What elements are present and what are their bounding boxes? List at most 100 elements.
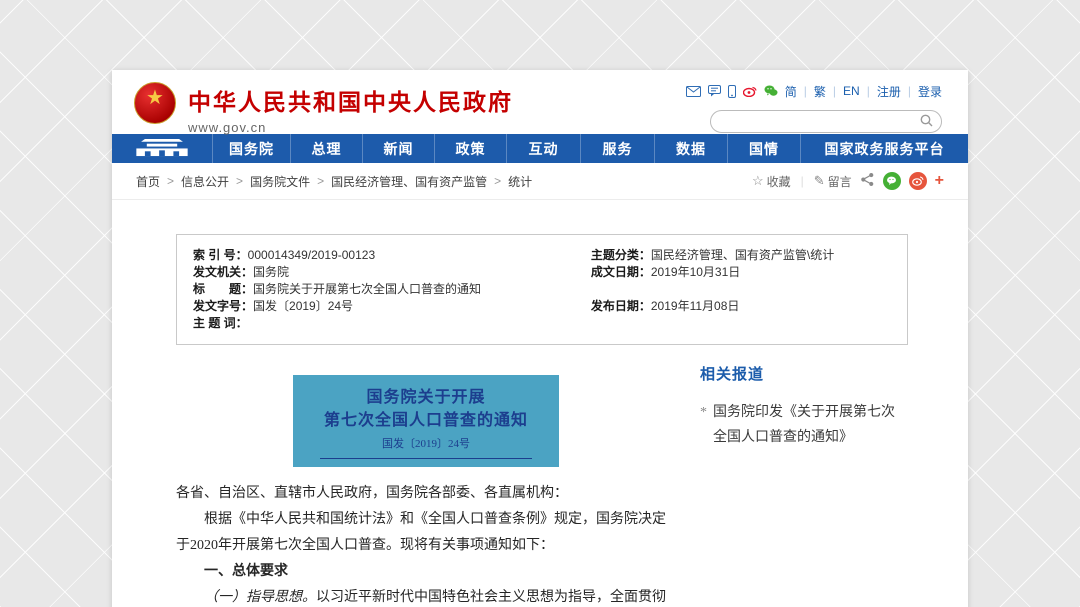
page-container: ★ 中华人民共和国中央人民政府 www.gov.cn [112,70,968,607]
share-weibo-button[interactable] [909,172,927,190]
breadcrumb-item-statistics[interactable]: 统计 [508,173,532,190]
mail-icon[interactable] [686,86,701,97]
pencil-icon: ✎ [814,173,825,189]
header-separator: | [908,84,911,98]
login-link[interactable]: 登录 [918,83,942,100]
nav-item-news[interactable]: 新闻 [362,134,434,163]
doc-info-row-doc-number: 发文字号： 国发〔2019〕24号 [193,298,591,315]
breadcrumb-actions: ☆ 收藏 | ✎ 留言 + [752,172,944,190]
favorite-button[interactable]: ☆ 收藏 [752,173,791,190]
doc-number-label: 发文字号： [193,298,253,315]
breadcrumb-separator: > [167,174,174,188]
breadcrumb-item-info-disclosure[interactable]: 信息公开 [181,173,229,190]
lang-simplified-link[interactable]: 简 [785,83,797,100]
star-icon: ☆ [752,173,764,189]
lang-traditional-link[interactable]: 繁 [814,83,826,100]
header-quick-links: 简 | 繁 | EN | 注册 | 登录 [686,82,942,100]
paragraph-salutation: 各省、自治区、直辖市人民政府，国务院各部委、各直属机构： [176,481,676,507]
paragraph-intro: 根据《中华人民共和国统计法》和《全国人口普查条例》规定，国务院决定于2020年开… [176,507,676,559]
tiananmen-icon [131,138,193,160]
search-button[interactable] [920,114,933,130]
document-title-line1: 国务院关于开展 [303,386,549,409]
search-bar [710,110,942,133]
document-title-line2: 第七次全国人口普查的通知 [303,409,549,432]
nav-home-tiananmen[interactable] [112,134,212,163]
actions-divider: | [801,174,804,188]
written-date-value: 2019年10月31日 [651,264,740,281]
lang-english-link[interactable]: EN [843,84,860,98]
doc-info-row-publish-date: 发布日期： 2019年11月08日 [591,298,891,315]
header-right: 简 | 繁 | EN | 注册 | 登录 [686,82,942,134]
paragraph-guiding-ideology: （一）指导思想。以习近平新时代中国特色社会主义思想为指导，全面贯彻党的十九大和十… [176,585,676,607]
related-report-item[interactable]: * 国务院印发《关于开展第七次全国人口普查的通知》 [700,400,900,450]
title-label: 标 题： [193,281,253,298]
nav-item-interaction[interactable]: 互动 [506,134,580,163]
breadcrumb-item-economy-category[interactable]: 国民经济管理、国有资产监管 [331,173,487,190]
breadcrumb-home[interactable]: 首页 [136,173,160,190]
written-date-label: 成文日期： [591,264,651,281]
document-body: 各省、自治区、直辖市人民政府，国务院各部委、各直属机构： 根据《中华人民共和国统… [176,481,676,607]
site-header: ★ 中华人民共和国中央人民政府 www.gov.cn [112,70,968,134]
header-separator: | [867,84,870,98]
site-url: www.gov.cn [188,120,513,135]
title-value: 国务院关于开展第七次全国人口普查的通知 [253,281,481,298]
breadcrumb-separator: > [494,174,501,188]
nav-item-policy[interactable]: 政策 [434,134,506,163]
search-icon [920,114,933,130]
nav-item-data[interactable]: 数据 [654,134,727,163]
letterhead-rule [320,458,532,459]
breadcrumb-item-state-council-docs[interactable]: 国务院文件 [250,173,310,190]
subject-category-label: 主题分类： [591,247,651,264]
document-number: 国发〔2019〕24号 [303,435,549,451]
header-separator: | [833,84,836,98]
doc-info-row-subject-category: 主题分类： 国民经济管理、国有资产监管\统计 [591,247,891,264]
section-heading-overall-requirements: 一、总体要求 [176,559,676,585]
star-icon: ★ [135,88,175,108]
doc-info-row-written-date: 成文日期： 2019年10月31日 [591,264,891,281]
paragraph-lead-italic: （一）指导思想。 [204,590,316,605]
issuing-agency-value: 国务院 [253,264,289,281]
doc-number-value: 国发〔2019〕24号 [253,298,353,315]
site-title-block[interactable]: 中华人民共和国中央人民政府 www.gov.cn [188,82,513,134]
related-reports-sidebar: 相关报道 * 国务院印发《关于开展第七次全国人口普查的通知》 [700,345,912,607]
document-content-column: 国务院关于开展 第七次全国人口普查的通知 国发〔2019〕24号 各省、自治区、… [176,345,676,607]
register-link[interactable]: 注册 [877,83,901,100]
weibo-icon[interactable] [743,85,757,97]
document-letterhead: 国务院关于开展 第七次全国人口普查的通知 国发〔2019〕24号 [293,375,559,467]
wechat-icon[interactable] [764,85,778,97]
bullet-asterisk: * [700,400,713,450]
nav-item-gov-service-platform[interactable]: 国家政务服务平台 [800,134,968,163]
nav-item-state-council[interactable]: 国务院 [212,134,290,163]
national-emblem-logo: ★ [134,82,176,124]
share-wechat-button[interactable] [883,172,901,190]
breadcrumb: 首页 > 信息公开 > 国务院文件 > 国民经济管理、国有资产监管 > 统计 ☆… [112,163,968,200]
share-button[interactable] [860,172,875,190]
related-report-link[interactable]: 国务院印发《关于开展第七次全国人口普查的通知》 [713,400,900,450]
nav-item-national-conditions[interactable]: 国情 [727,134,800,163]
publish-date-label: 发布日期： [591,298,651,315]
chat-icon[interactable] [708,85,721,97]
doc-info-row-issuing-agency: 发文机关： 国务院 [193,264,591,281]
site-title[interactable]: 中华人民共和国中央人民政府 [188,83,513,117]
doc-info-left-column: 索 引 号： 000014349/2019-00123 发文机关： 国务院 标 … [193,247,591,332]
main-area: 国务院关于开展 第七次全国人口普查的通知 国发〔2019〕24号 各省、自治区、… [112,345,968,607]
index-number-value: 000014349/2019-00123 [248,247,375,264]
breadcrumb-separator: > [236,174,243,188]
comment-button[interactable]: ✎ 留言 [814,173,852,190]
document-info-table: 索 引 号： 000014349/2019-00123 发文机关： 国务院 标 … [176,234,908,345]
comment-label: 留言 [828,173,852,190]
related-reports-title: 相关报道 [700,363,912,384]
search-input[interactable] [723,111,920,132]
index-number-label: 索 引 号： [193,247,248,264]
nav-item-premier[interactable]: 总理 [290,134,362,163]
share-more-button[interactable]: + [935,172,944,190]
issuing-agency-label: 发文机关： [193,264,253,281]
favorite-label: 收藏 [767,173,791,190]
doc-info-row-title: 标 题： 国务院关于开展第七次全国人口普查的通知 [193,281,591,298]
mobile-icon[interactable] [728,85,736,98]
breadcrumb-separator: > [317,174,324,188]
publish-date-value: 2019年11月08日 [651,298,740,315]
nav-item-services[interactable]: 服务 [580,134,654,163]
header-separator: | [804,84,807,98]
subject-words-label: 主 题 词： [193,315,248,332]
